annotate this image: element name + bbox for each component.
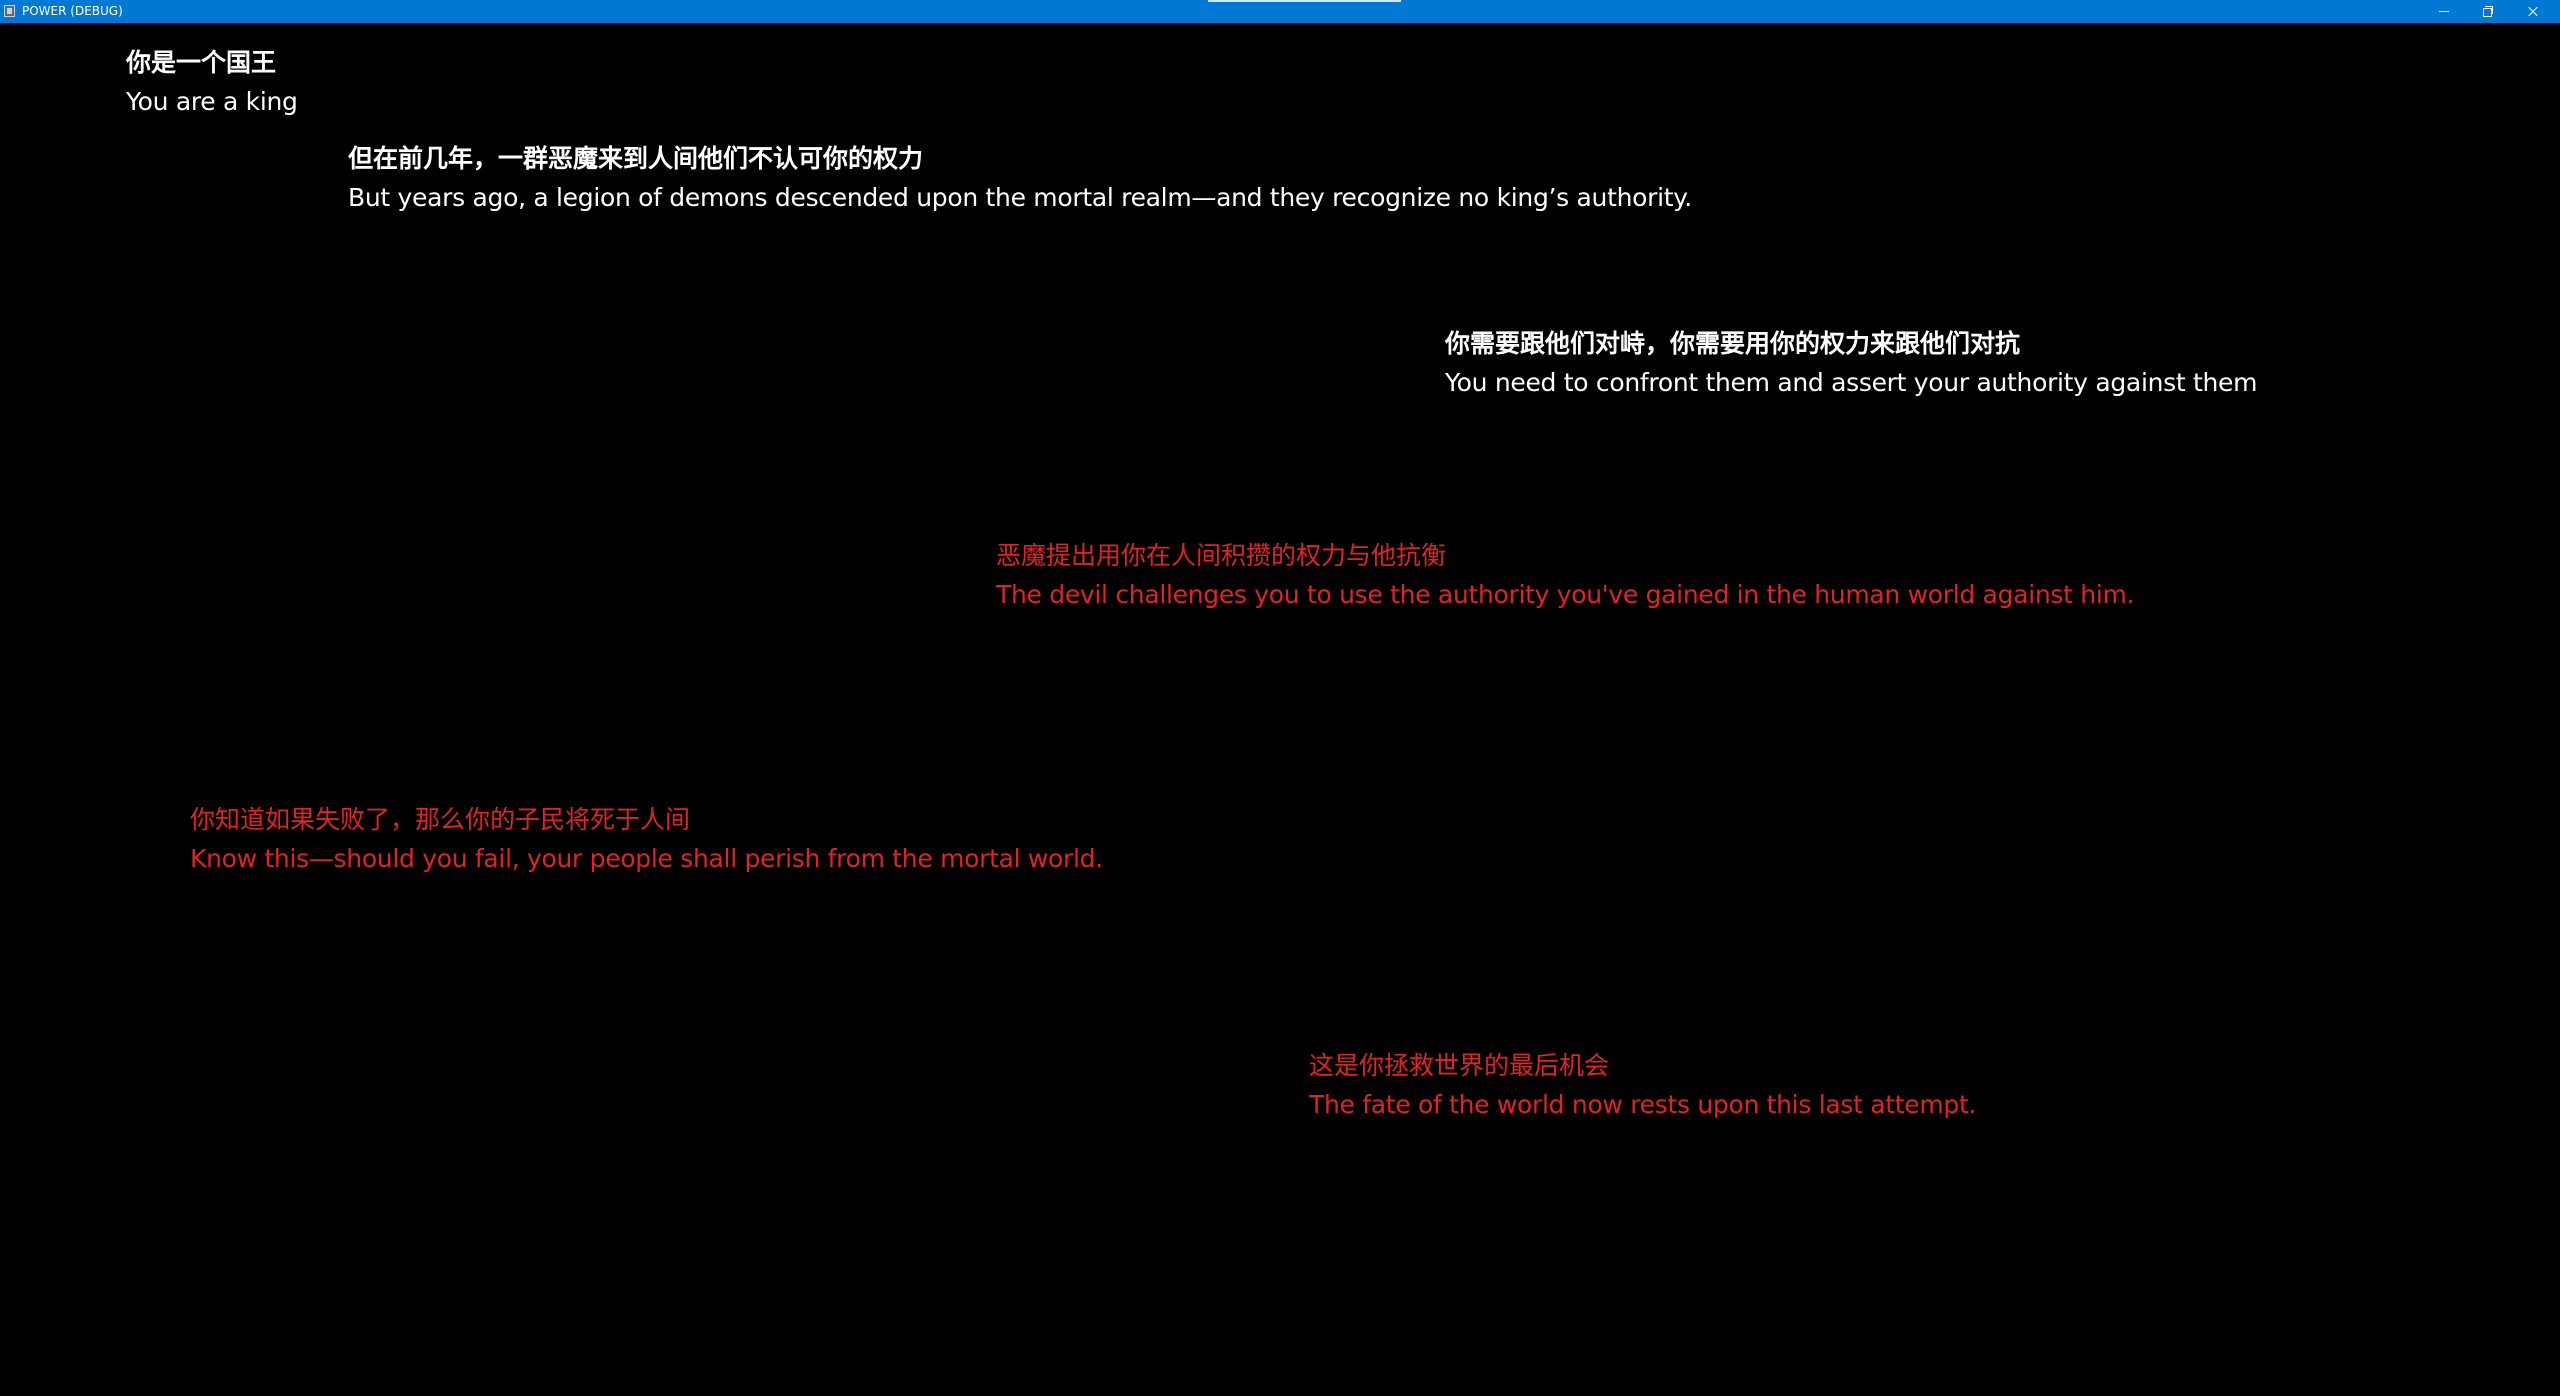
dialogue-chinese-text: 恶魔提出用你在人间积攒的权力与他抗衡 [996, 541, 1447, 570]
window-title: POWER (DEBUG) [22, 4, 123, 18]
close-button[interactable] [2511, 0, 2555, 23]
dialogue-line-5: 你知道如果失败了，那么你的子民将死于人间 Know this—should yo… [190, 801, 1103, 879]
window-titlebar[interactable]: POWER (DEBUG) [0, 0, 2560, 23]
app-icon [4, 5, 15, 17]
dialogue-english-text: Know this—should you fail, your people s… [190, 844, 1103, 873]
dialogue-line-2: 但在前几年，一群恶魔来到人间他们不认可你的权力 But years ago, a… [348, 140, 1692, 218]
dialogue-line-3: 你需要跟他们对峙，你需要用你的权力来跟他们对抗 You need to conf… [1445, 325, 2257, 403]
dialogue-chinese-text: 你是一个国王 [126, 48, 277, 77]
dialogue-english-text: The fate of the world now rests upon thi… [1309, 1090, 1977, 1119]
dialogue-chinese-text: 但在前几年，一群恶魔来到人间他们不认可你的权力 [348, 144, 924, 173]
dialogue-line-4: 恶魔提出用你在人间积攒的权力与他抗衡 The devil challenges … [996, 537, 2134, 615]
dialogue-english-text: You are a king [126, 87, 298, 116]
dialogue-chinese-text: 你需要跟他们对峙，你需要用你的权力来跟他们对抗 [1445, 329, 2021, 358]
dialogue-chinese-text: 这是你拯救世界的最后机会 [1309, 1051, 1610, 1080]
dialogue-chinese-text: 你知道如果失败了，那么你的子民将死于人间 [190, 805, 691, 834]
restore-button[interactable] [2466, 0, 2510, 23]
dialogue-english-text: But years ago, a legion of demons descen… [348, 183, 1692, 212]
dialogue-english-text: You need to confront them and assert you… [1445, 368, 2258, 397]
minimize-button[interactable] [2422, 0, 2466, 23]
dialogue-line-6: 这是你拯救世界的最后机会 The fate of the world now r… [1309, 1047, 1976, 1125]
titlebar-accent-line [1208, 0, 1401, 2]
dialogue-english-text: The devil challenges you to use the auth… [996, 580, 2135, 609]
dialogue-line-1: 你是一个国王 You are a king [126, 44, 298, 122]
